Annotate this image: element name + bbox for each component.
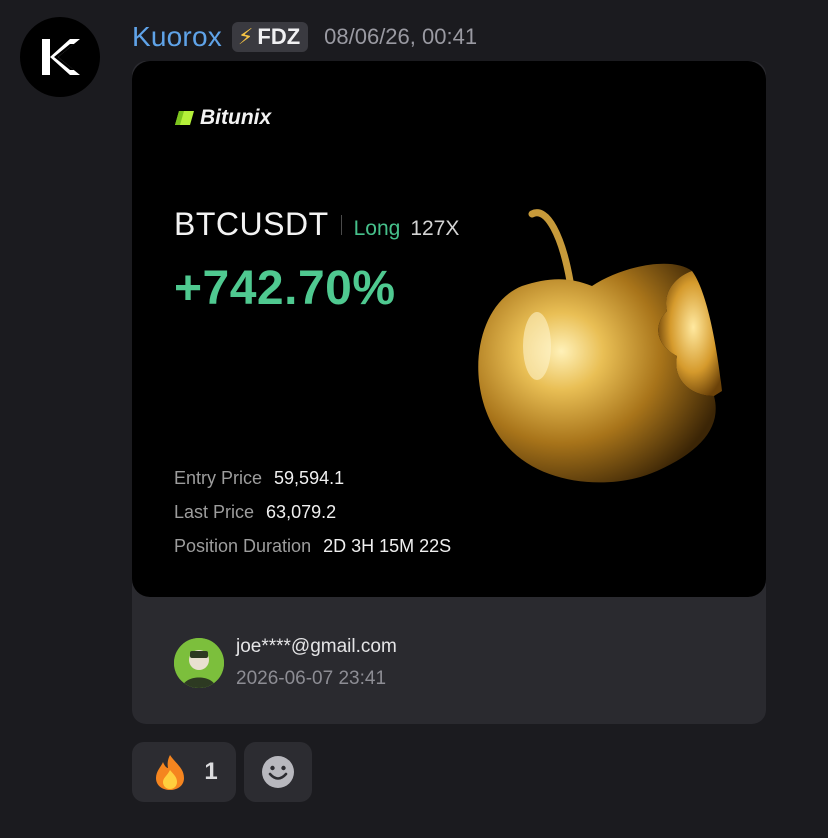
- stat-value: 63,079.2: [266, 501, 337, 522]
- golden-apple-image: [478, 209, 722, 483]
- guild-tag[interactable]: ⚡ FDZ: [231, 22, 309, 52]
- fire-emoji-icon: [156, 755, 185, 790]
- stat-row-last-price: Last Price 63,079.2: [174, 495, 451, 529]
- trading-pair: BTCUSDT: [174, 206, 329, 242]
- reaction-count: 1: [204, 758, 218, 785]
- position-header: BTCUSDT Long 127X: [174, 206, 459, 243]
- stat-value: 2D 3H 15M 22S: [323, 535, 452, 556]
- lightning-icon: ⚡: [237, 24, 254, 49]
- pnl-percentage: +742.70%: [174, 262, 396, 315]
- position-stats: Entry Price 59,594.1 Last Price 63,079.2…: [174, 461, 451, 563]
- kuorox-logo-icon: [42, 39, 80, 75]
- reaction-fire[interactable]: 1: [132, 742, 236, 802]
- image-embed[interactable]: Bitunix BTCUSDT Long 127X +742.70% Entry…: [132, 61, 766, 724]
- stat-label: Last Price: [174, 501, 255, 522]
- add-reaction-icon: [262, 756, 294, 788]
- bitunix-logo-icon: [175, 111, 194, 125]
- add-reaction-button[interactable]: [244, 742, 312, 802]
- stat-row-entry-price: Entry Price 59,594.1: [174, 461, 451, 495]
- author-username[interactable]: Kuorox: [132, 21, 222, 53]
- user-avatar: [174, 638, 224, 688]
- stat-row-position-duration: Position Duration 2D 3H 15M 22S: [174, 529, 451, 563]
- message-timestamp: 08/06/26, 00:41: [324, 24, 478, 49]
- message-header: Kuorox ⚡ FDZ 08/06/26, 00:41: [132, 18, 477, 56]
- stat-label: Position Duration: [174, 535, 312, 556]
- divider: [340, 214, 342, 235]
- card-footer: joe****@gmail.com 2026-06-07 23:41: [174, 636, 397, 690]
- author-avatar[interactable]: [20, 17, 100, 97]
- stat-value: 59,594.1: [274, 467, 345, 488]
- user-email: joe****@gmail.com: [236, 636, 397, 657]
- pnl-card-image[interactable]: Bitunix BTCUSDT Long 127X +742.70% Entry…: [132, 61, 766, 597]
- stat-label: Entry Price: [174, 467, 263, 488]
- brand-logo: Bitunix: [174, 106, 271, 130]
- user-date: 2026-06-07 23:41: [236, 668, 387, 689]
- user-avatar-icon: [174, 638, 224, 688]
- position-side: Long: [353, 217, 401, 240]
- brand-name: Bitunix: [200, 106, 272, 129]
- guild-tag-label: FDZ: [257, 24, 301, 49]
